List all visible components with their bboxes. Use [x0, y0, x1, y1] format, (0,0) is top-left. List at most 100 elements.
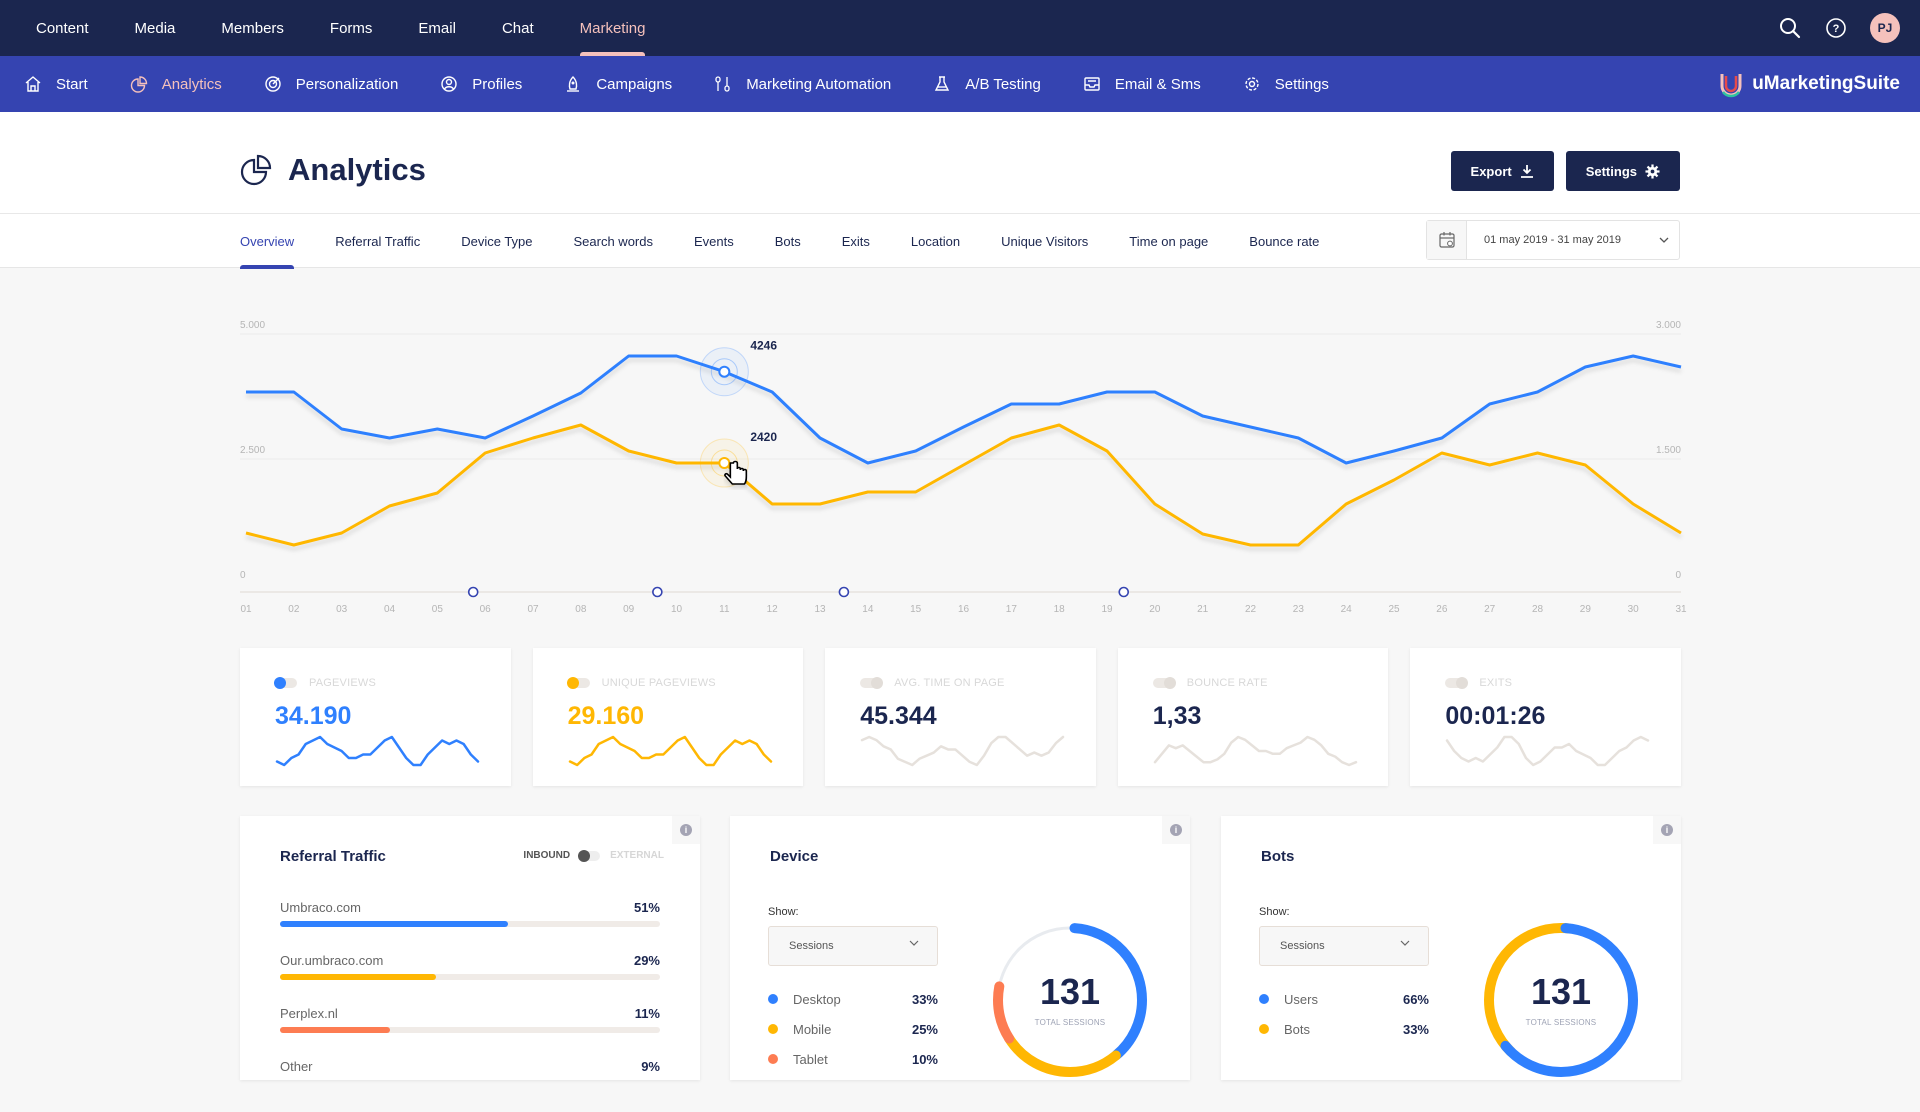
subnav-label: Email & Sms — [1114, 75, 1201, 93]
toggle-switch[interactable] — [578, 849, 601, 862]
stat-label: UNIQUE PAGEVIEWS — [601, 677, 716, 689]
search-icon[interactable] — [1778, 16, 1802, 40]
tab-exits[interactable]: Exits — [842, 214, 870, 268]
legend-dot — [1259, 994, 1269, 1004]
export-button[interactable]: Export — [1450, 151, 1554, 191]
stat-cards: PAGEVIEWS 34.190 UNIQUE PAGEVIEWS 29.160 AVG… — [240, 648, 1681, 786]
topnav-item-email[interactable]: Email — [402, 0, 472, 56]
subnav-item-marketing-automation[interactable]: Marketing Automation — [714, 75, 891, 93]
subnav-item-settings[interactable]: Settings — [1243, 75, 1329, 93]
subnav-item-personalization[interactable]: Personalization — [264, 75, 398, 93]
hover-point[interactable] — [718, 457, 731, 469]
legend-item: Tablet 10% — [768, 1044, 938, 1074]
tab-bots[interactable]: Bots — [775, 214, 801, 268]
tooltip-value: 4246 — [750, 339, 777, 353]
stat-value: 34.190 — [275, 702, 352, 730]
x-tick: 26 — [1436, 604, 1448, 615]
show-label: Show: — [1259, 906, 1290, 918]
legend-dot — [1259, 1024, 1269, 1034]
y-left-tick: 5.000 — [240, 320, 265, 331]
tab-search-words[interactable]: Search words — [574, 214, 653, 268]
subnav-item-analytics[interactable]: Analytics — [130, 75, 222, 93]
tab-unique-visitors[interactable]: Unique Visitors — [1001, 214, 1088, 268]
event-marker[interactable] — [467, 586, 479, 598]
sparkline — [860, 735, 1065, 767]
bots-metric-select[interactable]: Sessions — [1259, 926, 1429, 966]
panel-title: Referral Traffic — [280, 848, 386, 865]
sparkline-svg — [568, 735, 772, 767]
info-icon: i — [1661, 824, 1673, 836]
chevron-down-icon — [1400, 940, 1410, 946]
referral-row[interactable]: Our.umbraco.com 29% — [280, 953, 660, 1006]
metric-toggle[interactable] — [274, 677, 297, 689]
sparkline — [1153, 735, 1358, 767]
hover-point[interactable] — [718, 365, 731, 378]
event-marker[interactable] — [1118, 586, 1130, 598]
event-marker[interactable] — [652, 586, 663, 598]
info-button[interactable]: i — [1653, 816, 1681, 844]
x-tick: 09 — [623, 604, 635, 615]
top-navigation-bar: Content Media Members Forms Email Chat Marketi… — [0, 0, 1920, 56]
tab-time-on-page[interactable]: Time on page — [1129, 214, 1208, 268]
flask-icon — [935, 76, 950, 91]
stat-label: PAGEVIEWS — [309, 677, 376, 689]
umarketingsuite-logo-icon — [1720, 74, 1742, 98]
tab-overview[interactable]: Overview — [240, 214, 295, 269]
subnav-label: Profiles — [472, 75, 523, 93]
x-tick: 04 — [384, 604, 396, 615]
x-tick: 31 — [1675, 604, 1687, 615]
subnav-item-profiles[interactable]: Profiles — [440, 75, 522, 93]
tab-location[interactable]: Location — [911, 214, 960, 268]
subnav-label: Analytics — [161, 75, 222, 93]
bots-donut-chart: 131 TOTAL SESSIONS — [1481, 920, 1641, 1080]
bots-panel: Bots i Show: Sessions Users 66% Bots 33% 13… — [1221, 816, 1681, 1080]
topnav-item-media[interactable]: Media — [119, 0, 192, 56]
subnav-item-start[interactable]: Start — [24, 75, 88, 93]
settings-label: Settings — [1585, 163, 1637, 179]
metric-toggle[interactable] — [1445, 677, 1469, 689]
x-tick: 08 — [575, 604, 587, 615]
topnav-item-forms[interactable]: Forms — [314, 0, 389, 56]
metric-toggle[interactable] — [860, 677, 884, 689]
referral-source: Perplex.nl — [280, 1006, 338, 1021]
tab-bounce-rate[interactable]: Bounce rate — [1249, 214, 1319, 268]
x-tick: 12 — [767, 604, 779, 615]
topnav-item-marketing[interactable]: Marketing — [564, 0, 662, 56]
topnav-item-content[interactable]: Content — [20, 0, 105, 56]
inbound-external-toggle[interactable]: INBOUND EXTERNAL — [523, 849, 664, 862]
x-tick: 01 — [240, 604, 252, 615]
metric-toggle[interactable] — [566, 677, 590, 689]
topnav-item-members[interactable]: Members — [205, 0, 300, 56]
metric-toggle[interactable] — [1152, 677, 1176, 689]
x-tick: 20 — [1149, 604, 1161, 615]
main-line-chart: 0 0 2.500 1.500 5.000 3.000 01 02 03 04 05 06 07 08 0… — [0, 268, 1920, 628]
tab-referral-traffic[interactable]: Referral Traffic — [335, 214, 420, 268]
tab-device-type[interactable]: Device Type — [461, 214, 532, 268]
subnav-item-a-b-testing[interactable]: A/B Testing — [933, 75, 1041, 93]
x-tick: 16 — [958, 604, 970, 615]
info-button[interactable]: i — [672, 816, 700, 844]
tab-events[interactable]: Events — [694, 214, 734, 268]
user-avatar[interactable]: PJ — [1870, 13, 1900, 43]
subnav-item-campaigns[interactable]: Campaigns — [564, 75, 672, 93]
referral-row[interactable]: Umbraco.com 51% — [280, 900, 660, 953]
brand-logo: uMarketingSuite — [1718, 56, 1900, 112]
x-tick: 17 — [1006, 604, 1018, 615]
toggle-knob — [566, 677, 579, 689]
legend-dot — [768, 994, 778, 1004]
gear-icon — [1245, 77, 1259, 91]
event-marker[interactable] — [838, 586, 850, 598]
info-button[interactable]: i — [1162, 816, 1190, 844]
referral-source: Other — [280, 1059, 313, 1074]
settings-button[interactable]: Settings — [1565, 151, 1680, 191]
panel-title: Bots — [1261, 848, 1295, 865]
subnav-label: Settings — [1274, 75, 1329, 93]
device-metric-select[interactable]: Sessions — [768, 926, 938, 966]
help-icon[interactable]: ? — [1824, 16, 1848, 40]
subnav-item-email-sms[interactable]: Email & Sms — [1083, 75, 1201, 93]
topnav-item-chat[interactable]: Chat — [486, 0, 550, 56]
referral-row[interactable]: Perplex.nl 11% — [280, 1006, 660, 1059]
date-range-picker[interactable]: 01 may 2019 - 31 may 2019 — [1426, 220, 1680, 260]
referral-row[interactable]: Other 9% — [280, 1059, 660, 1112]
inbox-icon — [1084, 77, 1100, 91]
